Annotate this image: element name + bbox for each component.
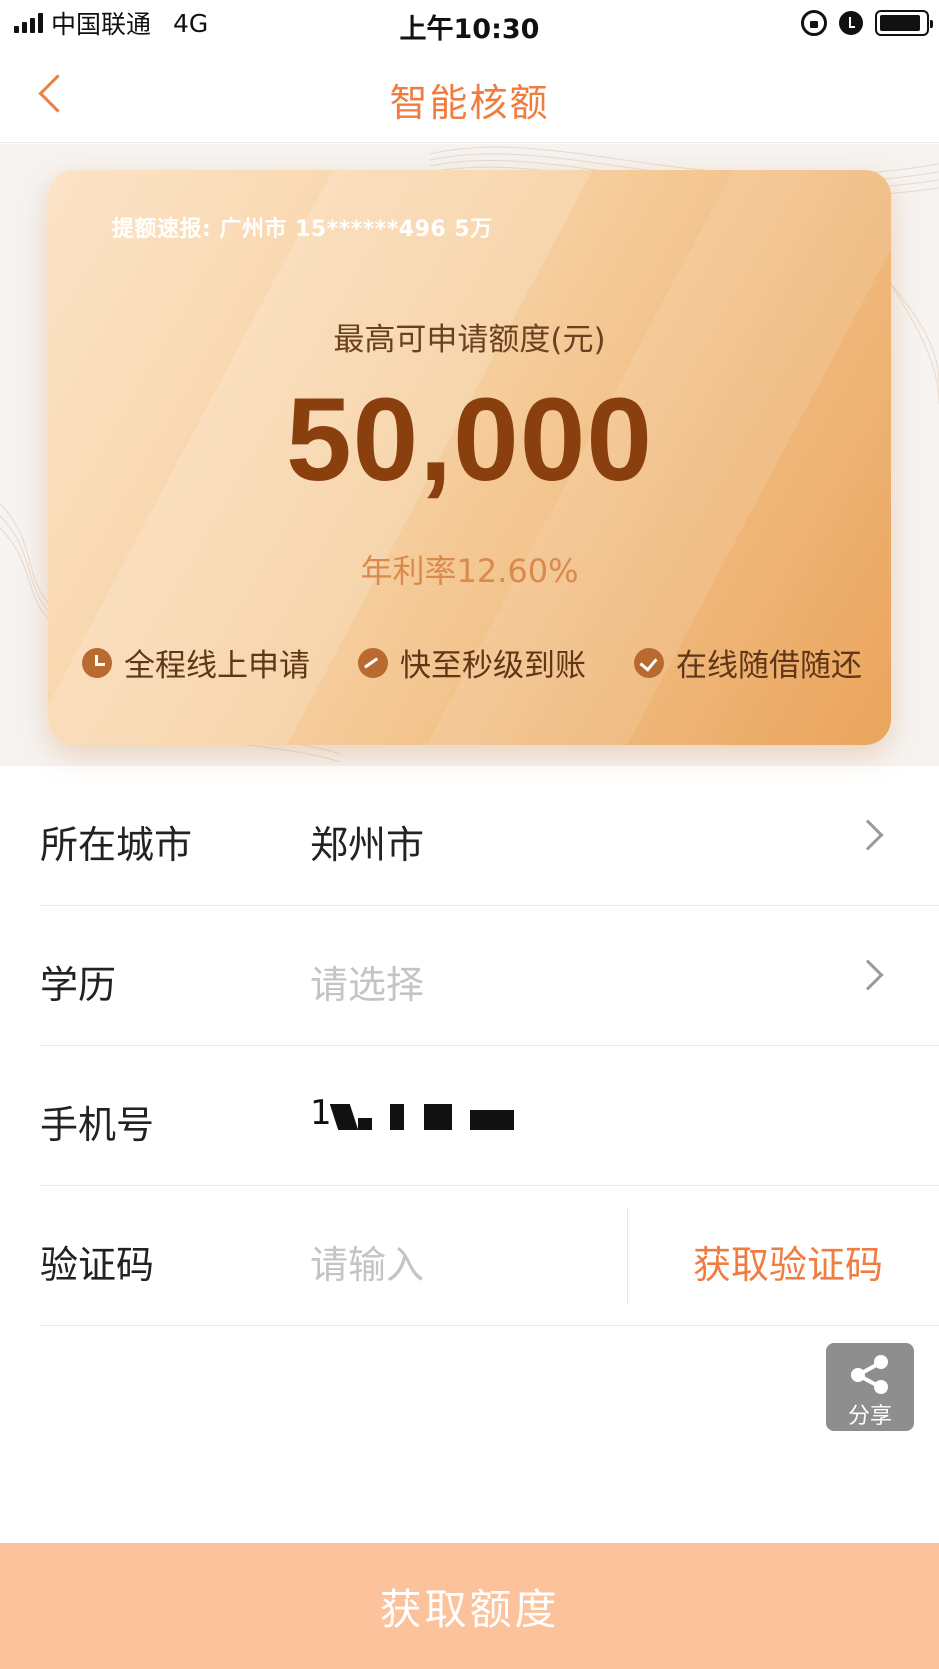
feature-item: 在线随借随还 bbox=[634, 640, 862, 685]
city-row[interactable]: 所在城市 郑州市 bbox=[40, 766, 939, 906]
limit-amount: 50,000 bbox=[286, 374, 653, 506]
phone-field[interactable]: 1 bbox=[310, 1093, 518, 1133]
chevron-right-icon bbox=[852, 819, 884, 851]
alarm-icon bbox=[839, 11, 863, 35]
education-select[interactable]: 请选择 bbox=[310, 954, 424, 1009]
rotation-lock-icon bbox=[801, 10, 827, 36]
limit-label: 最高可申请额度(元) bbox=[333, 322, 606, 358]
redaction-block bbox=[389, 1104, 404, 1130]
share-label: 分享 bbox=[847, 1404, 892, 1429]
redaction-block bbox=[357, 1118, 372, 1130]
code-input[interactable]: 请输入 bbox=[310, 1234, 424, 1289]
speed-icon bbox=[358, 647, 388, 678]
redaction-block bbox=[329, 1104, 358, 1130]
code-row: 验证码 请输入 获取验证码 bbox=[40, 1186, 939, 1326]
chevron-right-icon bbox=[852, 959, 884, 991]
education-label: 学历 bbox=[40, 963, 117, 1007]
get-code-button[interactable]: 获取验证码 bbox=[693, 1234, 883, 1289]
status-bar: 中国联通 4G 上午10:30 bbox=[0, 0, 939, 46]
redaction-block bbox=[423, 1104, 452, 1130]
battery-icon bbox=[875, 10, 933, 36]
redaction-gap bbox=[407, 1126, 420, 1130]
divider bbox=[627, 1208, 628, 1304]
feature-item: 全程线上申请 bbox=[82, 640, 310, 685]
city-value[interactable]: 郑州市 bbox=[310, 814, 424, 869]
get-limit-button[interactable]: 获取额度 bbox=[0, 1543, 939, 1669]
education-row[interactable]: 学历 请选择 bbox=[40, 906, 939, 1046]
share-button[interactable]: 分享 bbox=[826, 1343, 914, 1431]
city-label: 所在城市 bbox=[40, 823, 193, 867]
nav-bar: 智能核额 bbox=[0, 46, 939, 143]
clock-icon bbox=[82, 647, 112, 678]
redaction-block bbox=[469, 1110, 514, 1130]
redaction-gap bbox=[455, 1126, 466, 1130]
feature-label: 快至秒级到账 bbox=[400, 648, 586, 684]
feature-label: 全程线上申请 bbox=[124, 648, 310, 684]
code-label: 验证码 bbox=[40, 1243, 155, 1287]
status-right bbox=[801, 8, 933, 38]
page-title: 智能核额 bbox=[389, 81, 550, 125]
ticker-text: 提额速报: 广州市 15******496 5万 bbox=[112, 217, 493, 242]
phone-row: 手机号 1 bbox=[40, 1046, 939, 1186]
feature-item: 快至秒级到账 bbox=[358, 640, 586, 685]
status-time: 上午10:30 bbox=[399, 14, 540, 45]
check-icon bbox=[634, 647, 664, 678]
phone-label: 手机号 bbox=[40, 1103, 155, 1147]
redaction-gap bbox=[375, 1126, 386, 1130]
interest-rate: 年利率12.60% bbox=[360, 552, 579, 590]
share-icon bbox=[851, 1355, 888, 1394]
feature-list: 全程线上申请 快至秒级到账 在线随借随还 bbox=[82, 640, 862, 685]
phone-visible-digit: 1 bbox=[310, 1093, 332, 1133]
feature-label: 在线随借随还 bbox=[676, 648, 862, 684]
